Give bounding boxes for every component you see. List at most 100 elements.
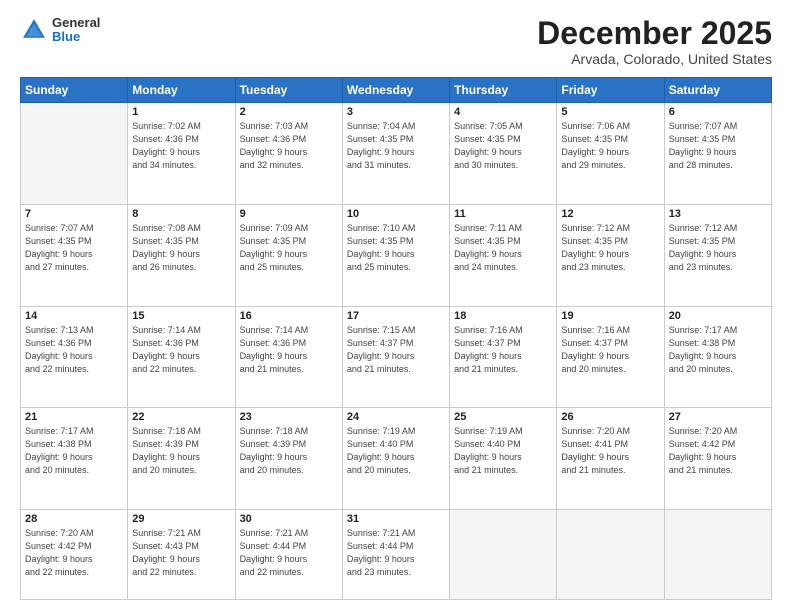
day-info: Sunrise: 7:05 AMSunset: 4:35 PMDaylight:… <box>454 120 552 172</box>
page-title: December 2025 <box>537 16 772 51</box>
logo-text: General Blue <box>52 16 100 45</box>
table-row: 30 Sunrise: 7:21 AMSunset: 4:44 PMDayligh… <box>235 509 342 599</box>
logo: General Blue <box>20 16 100 45</box>
day-info: Sunrise: 7:16 AMSunset: 4:37 PMDaylight:… <box>454 324 552 376</box>
calendar-week-4: 21 Sunrise: 7:17 AMSunset: 4:38 PMDayligh… <box>21 408 772 510</box>
day-info: Sunrise: 7:17 AMSunset: 4:38 PMDaylight:… <box>25 425 123 477</box>
logo-blue: Blue <box>52 30 100 44</box>
title-block: December 2025 Arvada, Colorado, United S… <box>537 16 772 67</box>
day-info: Sunrise: 7:09 AMSunset: 4:35 PMDaylight:… <box>240 222 338 274</box>
table-row: 12 Sunrise: 7:12 AMSunset: 4:35 PMDayligh… <box>557 204 664 306</box>
day-number: 12 <box>561 208 659 220</box>
table-row: 4 Sunrise: 7:05 AMSunset: 4:35 PMDaylight… <box>450 103 557 205</box>
day-info: Sunrise: 7:07 AMSunset: 4:35 PMDaylight:… <box>669 120 767 172</box>
calendar-header-saturday: Saturday <box>664 78 771 103</box>
calendar-header-row: SundayMondayTuesdayWednesdayThursdayFrid… <box>21 78 772 103</box>
page-subtitle: Arvada, Colorado, United States <box>537 51 772 67</box>
table-row: 31Sunrise: 7:21 AMSunset: 4:44 PMDayligh… <box>342 509 449 599</box>
table-row: 19Sunrise: 7:16 AMSunset: 4:37 PMDayligh… <box>557 306 664 408</box>
calendar-header-friday: Friday <box>557 78 664 103</box>
day-number: 10 <box>347 208 445 220</box>
table-row: 9 Sunrise: 7:09 AMSunset: 4:35 PMDaylight… <box>235 204 342 306</box>
day-number: 16 <box>240 310 338 322</box>
calendar-header-monday: Monday <box>128 78 235 103</box>
table-row: 11 Sunrise: 7:11 AMSunset: 4:35 PMDayligh… <box>450 204 557 306</box>
day-info: Sunrise: 7:20 AMSunset: 4:41 PMDaylight:… <box>561 425 659 477</box>
day-info: Sunrise: 7:19 AMSunset: 4:40 PMDaylight:… <box>454 425 552 477</box>
day-info: Sunrise: 7:20 AMSunset: 4:42 PMDaylight:… <box>25 527 123 579</box>
day-number: 23 <box>240 411 338 423</box>
table-row: 15 Sunrise: 7:14 AMSunset: 4:36 PMDayligh… <box>128 306 235 408</box>
day-info: Sunrise: 7:04 AMSunset: 4:35 PMDaylight:… <box>347 120 445 172</box>
table-row: 25 Sunrise: 7:19 AMSunset: 4:40 PMDayligh… <box>450 408 557 510</box>
table-row: 16Sunrise: 7:14 AMSunset: 4:36 PMDayligh… <box>235 306 342 408</box>
table-row: 27 Sunrise: 7:20 AMSunset: 4:42 PMDayligh… <box>664 408 771 510</box>
calendar-header-thursday: Thursday <box>450 78 557 103</box>
day-info: Sunrise: 7:18 AMSunset: 4:39 PMDaylight:… <box>240 425 338 477</box>
day-info: Sunrise: 7:20 AMSunset: 4:42 PMDaylight:… <box>669 425 767 477</box>
table-row: 21 Sunrise: 7:17 AMSunset: 4:38 PMDayligh… <box>21 408 128 510</box>
day-info: Sunrise: 7:11 AMSunset: 4:35 PMDaylight:… <box>454 222 552 274</box>
day-info: Sunrise: 7:14 AMSunset: 4:36 PMDaylight:… <box>132 324 230 376</box>
day-number: 9 <box>240 208 338 220</box>
day-number: 6 <box>669 106 767 118</box>
day-info: Sunrise: 7:21 AMSunset: 4:44 PMDaylight:… <box>347 527 445 579</box>
day-number: 24 <box>347 411 445 423</box>
table-row: 29Sunrise: 7:21 AMSunset: 4:43 PMDayligh… <box>128 509 235 599</box>
calendar-header-wednesday: Wednesday <box>342 78 449 103</box>
day-number: 25 <box>454 411 552 423</box>
table-row: 17Sunrise: 7:15 AMSunset: 4:37 PMDayligh… <box>342 306 449 408</box>
day-number: 11 <box>454 208 552 220</box>
table-row: 23 Sunrise: 7:18 AMSunset: 4:39 PMDayligh… <box>235 408 342 510</box>
header: General Blue December 2025 Arvada, Color… <box>20 16 772 67</box>
day-number: 20 <box>669 310 767 322</box>
table-row: 10 Sunrise: 7:10 AMSunset: 4:35 PMDayligh… <box>342 204 449 306</box>
day-number: 18 <box>454 310 552 322</box>
table-row: 24 Sunrise: 7:19 AMSunset: 4:40 PMDayligh… <box>342 408 449 510</box>
table-row: 26 Sunrise: 7:20 AMSunset: 4:41 PMDayligh… <box>557 408 664 510</box>
day-number: 1 <box>132 106 230 118</box>
day-info: Sunrise: 7:17 AMSunset: 4:38 PMDaylight:… <box>669 324 767 376</box>
table-row: 8Sunrise: 7:08 AMSunset: 4:35 PMDaylight… <box>128 204 235 306</box>
table-row: 2 Sunrise: 7:03 AMSunset: 4:36 PMDaylight… <box>235 103 342 205</box>
day-info: Sunrise: 7:10 AMSunset: 4:35 PMDaylight:… <box>347 222 445 274</box>
day-info: Sunrise: 7:12 AMSunset: 4:35 PMDaylight:… <box>561 222 659 274</box>
day-info: Sunrise: 7:03 AMSunset: 4:36 PMDaylight:… <box>240 120 338 172</box>
day-number: 13 <box>669 208 767 220</box>
table-row: 28Sunrise: 7:20 AMSunset: 4:42 PMDayligh… <box>21 509 128 599</box>
table-row: 6 Sunrise: 7:07 AMSunset: 4:35 PMDaylight… <box>664 103 771 205</box>
table-row: 14Sunrise: 7:13 AMSunset: 4:36 PMDayligh… <box>21 306 128 408</box>
day-info: Sunrise: 7:12 AMSunset: 4:35 PMDaylight:… <box>669 222 767 274</box>
day-info: Sunrise: 7:18 AMSunset: 4:39 PMDaylight:… <box>132 425 230 477</box>
table-row <box>450 509 557 599</box>
day-number: 2 <box>240 106 338 118</box>
calendar-header-tuesday: Tuesday <box>235 78 342 103</box>
day-number: 26 <box>561 411 659 423</box>
page: General Blue December 2025 Arvada, Color… <box>0 0 792 612</box>
day-number: 27 <box>669 411 767 423</box>
day-number: 5 <box>561 106 659 118</box>
logo-icon <box>20 16 48 44</box>
day-info: Sunrise: 7:15 AMSunset: 4:37 PMDaylight:… <box>347 324 445 376</box>
day-info: Sunrise: 7:07 AMSunset: 4:35 PMDaylight:… <box>25 222 123 274</box>
day-info: Sunrise: 7:21 AMSunset: 4:43 PMDaylight:… <box>132 527 230 579</box>
day-number: 7 <box>25 208 123 220</box>
day-info: Sunrise: 7:06 AMSunset: 4:35 PMDaylight:… <box>561 120 659 172</box>
table-row: 13 Sunrise: 7:12 AMSunset: 4:35 PMDayligh… <box>664 204 771 306</box>
day-number: 4 <box>454 106 552 118</box>
table-row <box>557 509 664 599</box>
day-info: Sunrise: 7:02 AMSunset: 4:36 PMDaylight:… <box>132 120 230 172</box>
day-info: Sunrise: 7:16 AMSunset: 4:37 PMDaylight:… <box>561 324 659 376</box>
table-row <box>21 103 128 205</box>
day-number: 21 <box>25 411 123 423</box>
day-number: 30 <box>240 513 338 525</box>
calendar-week-5: 28Sunrise: 7:20 AMSunset: 4:42 PMDayligh… <box>21 509 772 599</box>
table-row: 5 Sunrise: 7:06 AMSunset: 4:35 PMDaylight… <box>557 103 664 205</box>
table-row <box>664 509 771 599</box>
day-info: Sunrise: 7:21 AMSunset: 4:44 PMDaylight:… <box>240 527 338 579</box>
day-info: Sunrise: 7:19 AMSunset: 4:40 PMDaylight:… <box>347 425 445 477</box>
day-info: Sunrise: 7:13 AMSunset: 4:36 PMDaylight:… <box>25 324 123 376</box>
calendar-table: SundayMondayTuesdayWednesdayThursdayFrid… <box>20 77 772 600</box>
day-number: 15 <box>132 310 230 322</box>
calendar-week-2: 7 Sunrise: 7:07 AMSunset: 4:35 PMDaylight… <box>21 204 772 306</box>
